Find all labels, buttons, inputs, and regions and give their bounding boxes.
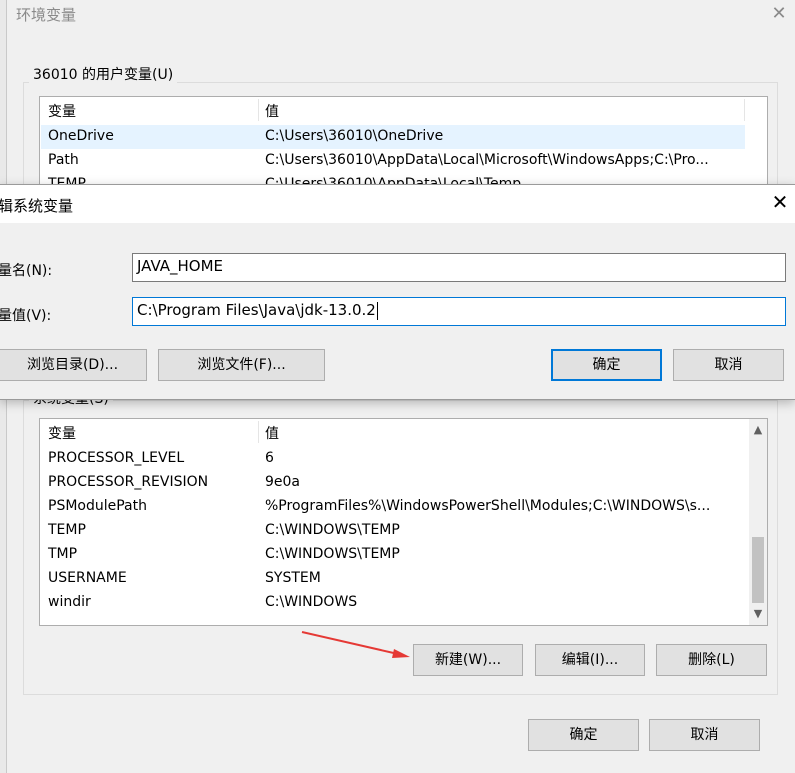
delete-variable-button[interactable]: 删除(L) <box>656 644 767 676</box>
new-variable-button[interactable]: 新建(W)... <box>413 644 523 676</box>
column-header-name[interactable]: 变量 <box>48 101 76 121</box>
table-row[interactable]: USERNAME SYSTEM <box>41 567 745 591</box>
list-header: 变量 值 <box>40 97 767 121</box>
dialog-ok-button[interactable]: 确定 <box>551 349 662 381</box>
user-variables-label: 36010 的用户变量(U) <box>29 64 178 84</box>
table-row[interactable]: PSModulePath %ProgramFiles%\WindowsPower… <box>41 495 745 519</box>
row-variable-value: %ProgramFiles%\WindowsPowerShell\Modules… <box>265 498 711 514</box>
text-caret <box>376 301 378 320</box>
scroll-down-icon[interactable]: ▼ <box>749 605 767 623</box>
row-variable-name: PROCESSOR_LEVEL <box>48 450 185 466</box>
row-variable-value: 9e0a <box>265 474 301 490</box>
dialog-title: 辑系统变量 <box>0 197 74 215</box>
close-icon[interactable]: ✕ <box>767 2 791 26</box>
edit-variable-button[interactable]: 编辑(I)... <box>535 644 645 676</box>
row-variable-name: OneDrive <box>48 128 114 144</box>
row-variable-name: TMP <box>48 546 78 562</box>
variable-value-input[interactable]: C:\Program Files\Java\jdk-13.0.2 <box>132 297 786 326</box>
dialog-cancel-button[interactable]: 取消 <box>673 349 784 381</box>
close-icon[interactable]: ✕ <box>768 190 792 214</box>
column-header-value[interactable]: 值 <box>265 423 279 443</box>
browse-directory-button[interactable]: 浏览目录(D)... <box>0 349 147 381</box>
column-separator[interactable] <box>744 99 745 121</box>
column-separator[interactable] <box>258 421 259 443</box>
table-row[interactable]: windir C:\WINDOWS <box>41 591 745 615</box>
row-variable-value: 6 <box>265 450 274 466</box>
table-row[interactable]: PROCESSOR_REVISION 9e0a <box>41 471 745 495</box>
variable-value-label: 量值(V): <box>0 308 52 324</box>
table-row[interactable]: Path C:\Users\36010\AppData\Local\Micros… <box>41 149 745 173</box>
system-variables-list[interactable]: 变量 值 PROCESSOR_LEVEL 6 PROCESSOR_REVISIO… <box>39 418 768 626</box>
column-header-value[interactable]: 值 <box>265 101 279 121</box>
row-variable-name: USERNAME <box>48 570 127 586</box>
variable-name-label: 量名(N): <box>0 263 53 279</box>
window-title: 环境变量 <box>16 6 77 24</box>
column-separator[interactable] <box>258 99 259 121</box>
browse-file-button[interactable]: 浏览文件(F)... <box>158 349 325 381</box>
vertical-scrollbar[interactable]: ▲ ▼ <box>749 419 767 625</box>
scrollbar-thumb[interactable] <box>752 537 764 603</box>
table-row[interactable]: OneDrive C:\Users\36010\OneDrive <box>41 125 745 149</box>
user-variables-list[interactable]: 变量 值 OneDrive C:\Users\36010\OneDrive Pa… <box>39 96 768 188</box>
row-variable-name: PROCESSOR_REVISION <box>48 474 209 490</box>
scroll-up-icon[interactable]: ▲ <box>749 421 767 439</box>
row-variable-value: C:\Users\36010\AppData\Local\Microsoft\W… <box>265 152 709 168</box>
table-row[interactable]: PROCESSOR_LEVEL 6 <box>41 447 745 471</box>
table-row[interactable]: TMP C:\WINDOWS\TEMP <box>41 543 745 567</box>
row-variable-value: SYSTEM <box>265 570 321 586</box>
list-header: 变量 值 <box>40 419 767 443</box>
variable-name-value: JAVA_HOME <box>137 257 224 275</box>
row-variable-value: C:\WINDOWS\TEMP <box>265 522 400 538</box>
dialog-titlebar: 辑系统变量 ✕ <box>0 185 795 223</box>
row-variable-name: Path <box>48 152 79 168</box>
row-variable-value: C:\Users\36010\OneDrive <box>265 128 444 144</box>
row-variable-name: windir <box>48 594 91 610</box>
table-row[interactable]: TEMP C:\WINDOWS\TEMP <box>41 519 745 543</box>
row-variable-name: PSModulePath <box>48 498 147 514</box>
column-header-name[interactable]: 变量 <box>48 423 76 443</box>
variable-name-input[interactable]: JAVA_HOME <box>132 253 786 282</box>
row-variable-value: C:\WINDOWS <box>265 594 358 610</box>
ok-button[interactable]: 确定 <box>528 719 639 751</box>
row-variable-value: C:\WINDOWS\TEMP <box>265 546 400 562</box>
variable-value-text: C:\Program Files\Java\jdk-13.0.2 <box>137 301 376 319</box>
cancel-button[interactable]: 取消 <box>649 719 760 751</box>
edit-system-variable-dialog: 辑系统变量 ✕ 量名(N): JAVA_HOME 量值(V): C:\Progr… <box>0 184 795 400</box>
row-variable-name: TEMP <box>48 522 86 538</box>
